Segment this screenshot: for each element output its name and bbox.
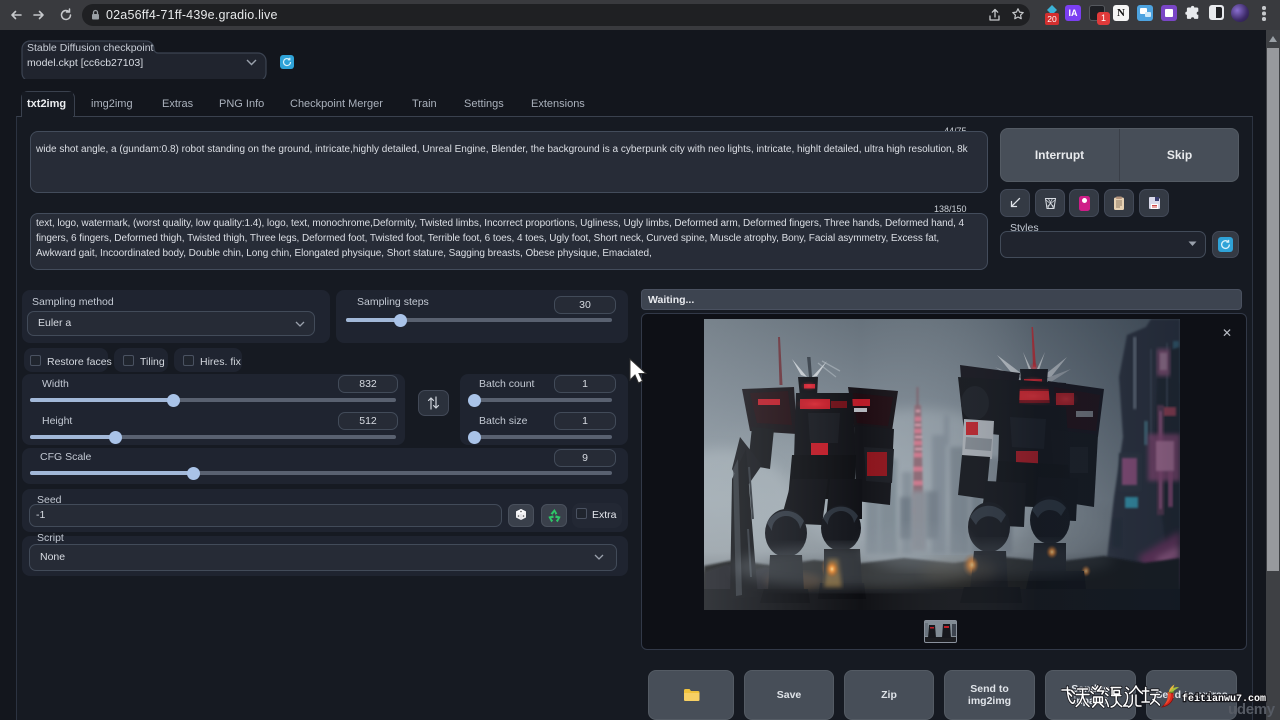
svg-text:20: 20	[1047, 14, 1057, 24]
svg-text:feitianwu7.com: feitianwu7.com	[1182, 693, 1266, 705]
